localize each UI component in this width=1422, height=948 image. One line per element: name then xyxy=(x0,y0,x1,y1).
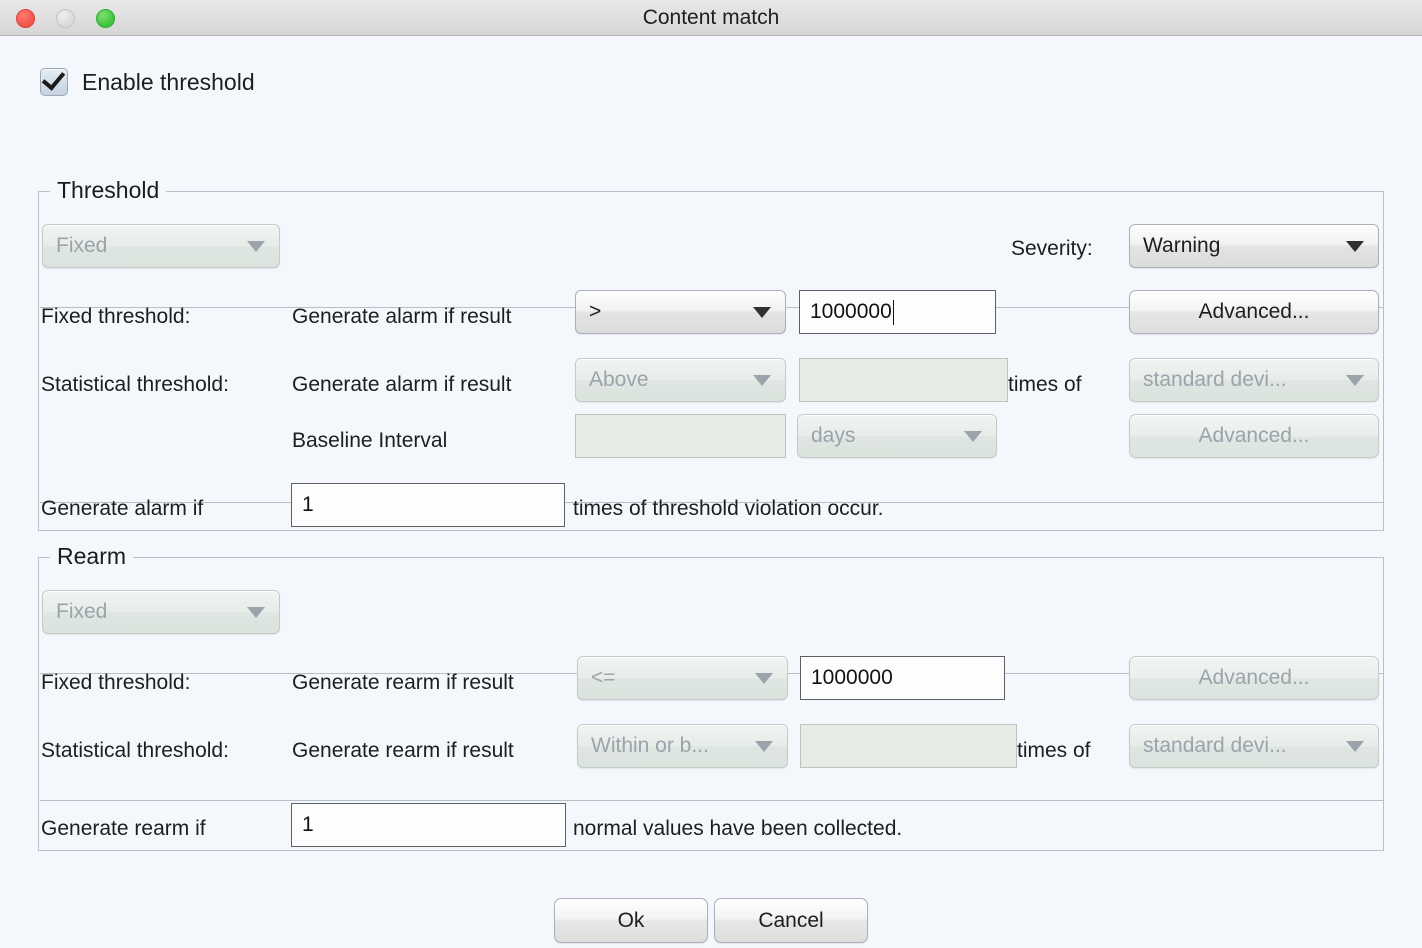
rearm-row-separator-2 xyxy=(40,800,1384,801)
chevron-down-icon xyxy=(1346,375,1364,386)
baseline-interval-advanced-label: Advanced... xyxy=(1199,424,1310,448)
rearm-fixed-threshold-label: Fixed threshold: xyxy=(41,672,190,693)
alarm-occurrence-suffix-label: times of threshold violation occur. xyxy=(573,498,884,519)
alarm-occurrence-count-value: 1 xyxy=(302,493,314,517)
statistical-threshold-multiplier-input[interactable] xyxy=(799,358,1008,402)
statistical-threshold-direction-value: Above xyxy=(589,368,649,392)
rearm-statistical-threshold-type-value: standard devi... xyxy=(1143,734,1287,758)
baseline-interval-input[interactable] xyxy=(575,414,786,458)
statistical-threshold-type-value: standard devi... xyxy=(1143,368,1287,392)
cancel-button[interactable]: Cancel xyxy=(714,898,868,943)
threshold-type-value: Fixed xyxy=(56,234,107,258)
chevron-down-icon xyxy=(753,375,771,386)
statistical-threshold-condition-label: Generate alarm if result xyxy=(292,374,511,395)
baseline-interval-unit-select[interactable]: days xyxy=(797,414,997,458)
rearm-statistical-threshold-direction-select[interactable]: Within or b... xyxy=(577,724,788,768)
rearm-fixed-threshold-condition-label: Generate rearm if result xyxy=(292,672,514,693)
rearm-statistical-threshold-direction-value: Within or b... xyxy=(591,734,709,758)
rearm-fixed-threshold-advanced-label: Advanced... xyxy=(1199,666,1310,690)
rearm-statistical-threshold-condition-label: Generate rearm if result xyxy=(292,740,514,761)
chevron-down-icon xyxy=(247,241,265,252)
chevron-down-icon xyxy=(755,673,773,684)
enable-threshold-label: Enable threshold xyxy=(82,69,255,96)
cancel-button-label: Cancel xyxy=(758,909,823,933)
chevron-down-icon xyxy=(1346,741,1364,752)
threshold-type-select[interactable]: Fixed xyxy=(42,224,280,268)
severity-label: Severity: xyxy=(1011,238,1093,259)
window-title: Content match xyxy=(0,0,1422,35)
rearm-fixed-threshold-operator-select[interactable]: <= xyxy=(577,656,788,700)
rearm-fixed-threshold-value-text: 1000000 xyxy=(811,666,893,690)
fixed-threshold-label: Fixed threshold: xyxy=(41,306,190,327)
baseline-interval-unit-value: days xyxy=(811,424,855,448)
statistical-threshold-label: Statistical threshold: xyxy=(41,374,229,395)
rearm-type-value: Fixed xyxy=(56,600,107,624)
chevron-down-icon xyxy=(755,741,773,752)
dialog-content: Enable threshold Threshold Fixed Severit… xyxy=(0,36,1422,948)
text-caret xyxy=(893,300,894,325)
chevron-down-icon xyxy=(964,431,982,442)
alarm-occurrence-count-input[interactable]: 1 xyxy=(291,483,565,527)
rearm-occurrence-suffix-label: normal values have been collected. xyxy=(573,818,902,839)
enable-threshold-row[interactable]: Enable threshold xyxy=(40,68,255,96)
rearm-occurrence-count-input[interactable]: 1 xyxy=(291,803,566,847)
rearm-fixed-threshold-advanced-button[interactable]: Advanced... xyxy=(1129,656,1379,700)
rearm-fixed-threshold-operator-value: <= xyxy=(591,666,616,690)
statistical-threshold-direction-select[interactable]: Above xyxy=(575,358,786,402)
baseline-interval-label: Baseline Interval xyxy=(292,430,447,451)
statistical-threshold-type-select[interactable]: standard devi... xyxy=(1129,358,1379,402)
fixed-threshold-advanced-label: Advanced... xyxy=(1199,300,1310,324)
ok-button[interactable]: Ok xyxy=(554,898,708,943)
enable-threshold-checkbox[interactable] xyxy=(40,68,68,96)
fixed-threshold-operator-value: > xyxy=(589,300,601,324)
fixed-threshold-condition-label: Generate alarm if result xyxy=(292,306,511,327)
threshold-group-title: Threshold xyxy=(50,176,166,204)
baseline-interval-advanced-button[interactable]: Advanced... xyxy=(1129,414,1379,458)
window-titlebar: Content match xyxy=(0,0,1422,36)
fixed-threshold-value-text: 1000000 xyxy=(810,300,892,324)
rearm-occurrence-prefix-label: Generate rearm if xyxy=(41,818,206,839)
ok-button-label: Ok xyxy=(618,909,645,933)
rearm-statistical-threshold-label: Statistical threshold: xyxy=(41,740,229,761)
rearm-fixed-threshold-value-input[interactable]: 1000000 xyxy=(800,656,1005,700)
chevron-down-icon xyxy=(753,307,771,318)
alarm-occurrence-prefix-label: Generate alarm if xyxy=(41,498,203,519)
rearm-group-title: Rearm xyxy=(50,542,133,570)
chevron-down-icon xyxy=(247,607,265,618)
rearm-statistical-threshold-times-of-label: times of xyxy=(1017,740,1091,761)
severity-value: Warning xyxy=(1143,234,1220,258)
severity-select[interactable]: Warning xyxy=(1129,224,1379,268)
checkmark-icon xyxy=(42,66,65,90)
fixed-threshold-value-input[interactable]: 1000000 xyxy=(799,290,996,334)
chevron-down-icon xyxy=(1346,241,1364,252)
rearm-type-select[interactable]: Fixed xyxy=(42,590,280,634)
rearm-occurrence-count-value: 1 xyxy=(302,813,314,837)
fixed-threshold-advanced-button[interactable]: Advanced... xyxy=(1129,290,1379,334)
rearm-statistical-threshold-type-select[interactable]: standard devi... xyxy=(1129,724,1379,768)
statistical-threshold-times-of-label: times of xyxy=(1008,374,1082,395)
rearm-statistical-threshold-multiplier-input[interactable] xyxy=(800,724,1017,768)
fixed-threshold-operator-select[interactable]: > xyxy=(575,290,786,334)
